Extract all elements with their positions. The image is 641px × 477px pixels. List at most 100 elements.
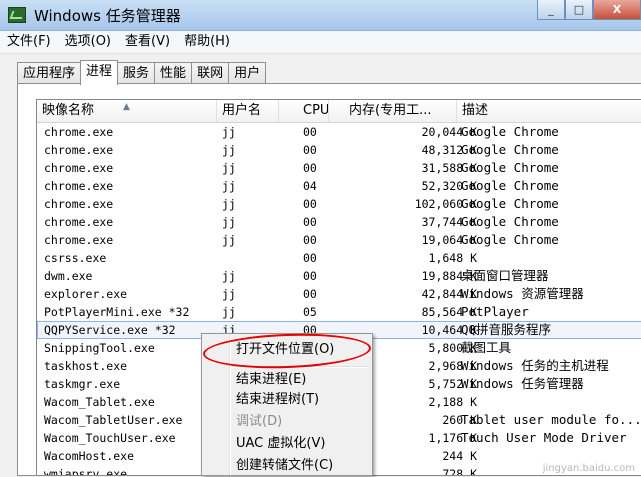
menu-open-file-location[interactable]: 打开文件位置(O) xyxy=(236,339,334,361)
table-row[interactable]: explorer.exe jj 00 42,844 K Windows 资源管理器 xyxy=(37,285,641,303)
table-row[interactable]: chrome.exe jj 00 37,744 K Google Chrome xyxy=(37,213,641,231)
process-name: Wacom_TabletUser.exe xyxy=(44,413,183,427)
process-memory: 1,648 K xyxy=(428,251,477,265)
process-cpu: 00 xyxy=(303,287,317,301)
process-user: jj xyxy=(222,197,236,211)
task-manager-icon xyxy=(8,7,26,23)
process-cpu: 00 xyxy=(303,125,317,139)
menu-debug: 调试(D) xyxy=(236,414,283,429)
process-description: PotPlayer xyxy=(461,304,529,319)
table-row[interactable]: chrome.exe jj 00 102,060 K Google Chrome xyxy=(37,195,641,213)
process-memory: 19,884 K xyxy=(421,269,477,283)
table-row[interactable]: chrome.exe jj 00 31,588 K Google Chrome xyxy=(37,159,641,177)
process-memory: 31,588 K xyxy=(421,161,477,175)
menu-uac-virtualization[interactable]: UAC 虚拟化(V) xyxy=(236,433,325,455)
process-memory: 20,044 K xyxy=(421,125,477,139)
process-cpu: 00 xyxy=(303,143,317,157)
process-description: Windows 任务的主机进程 xyxy=(461,358,609,373)
process-user: jj xyxy=(222,233,236,247)
table-row[interactable]: dwm.exe jj 00 19,884 K 桌面窗口管理器 xyxy=(37,267,641,285)
table-row[interactable]: csrss.exe 00 1,648 K xyxy=(37,249,641,267)
column-image-name-label: 映像名称 xyxy=(42,103,95,118)
tab-applications[interactable]: 应用程序 xyxy=(17,62,82,85)
close-button[interactable]: X xyxy=(593,0,641,20)
process-name: PotPlayerMini.exe *32 xyxy=(44,305,190,319)
process-name: Wacom_Tablet.exe xyxy=(44,395,155,409)
process-name: csrss.exe xyxy=(44,251,107,265)
menu-end-process[interactable]: 结束进程(E) xyxy=(236,369,306,391)
process-description: Google Chrome xyxy=(461,124,559,139)
process-description: Google Chrome xyxy=(461,160,559,175)
process-memory: 37,744 K xyxy=(421,215,477,229)
process-user: jj xyxy=(222,305,236,319)
list-header: 映像名称 ▲ 用户名 CPU 内存(专用工... 描述 xyxy=(37,100,641,123)
menu-view[interactable]: 查看(V) xyxy=(118,31,177,53)
context-menu: 打开文件位置(O) 结束进程(E) 结束进程树(T) 调试(D) UAC 虚拟化… xyxy=(201,333,373,476)
process-description: Google Chrome xyxy=(461,214,559,229)
window-controls: _ □ X xyxy=(537,0,641,20)
process-memory: 19,064 K xyxy=(421,233,477,247)
process-name: chrome.exe xyxy=(44,233,114,247)
process-description: Google Chrome xyxy=(461,196,559,211)
column-user-name[interactable]: 用户名 xyxy=(217,100,279,122)
process-memory: 85,564 K xyxy=(421,305,477,319)
process-cpu: 05 xyxy=(303,305,317,319)
process-description: Google Chrome xyxy=(461,178,559,193)
menu-separator xyxy=(232,366,370,368)
menu-create-dump-file[interactable]: 创建转储文件(C) xyxy=(236,455,333,477)
process-name: taskmgr.exe xyxy=(44,377,121,391)
process-name: WacomHost.exe xyxy=(44,449,135,463)
process-memory: 42,844 K xyxy=(421,287,477,301)
menu-options[interactable]: 选项(O) xyxy=(58,31,118,53)
process-name: explorer.exe xyxy=(44,287,128,301)
table-row[interactable]: chrome.exe jj 00 19,064 K Google Chrome xyxy=(37,231,641,249)
watermark: jingyan.baidu.com xyxy=(542,463,635,474)
tab-processes[interactable]: 进程 xyxy=(80,60,119,85)
process-cpu: 00 xyxy=(303,197,317,211)
title-bar: Windows 任务管理器 _ □ X xyxy=(0,0,641,31)
table-row[interactable]: chrome.exe jj 00 48,312 K Google Chrome xyxy=(37,141,641,159)
process-description: QQ拼音服务程序 xyxy=(461,322,552,337)
tab-performance[interactable]: 性能 xyxy=(154,62,193,85)
tab-services[interactable]: 服务 xyxy=(117,62,156,85)
process-name: QQPYService.exe *32 xyxy=(44,323,176,337)
process-description: 截图工具 xyxy=(461,340,512,355)
tab-users[interactable]: 用户 xyxy=(228,62,267,85)
column-memory[interactable]: 内存(专用工... xyxy=(329,100,457,122)
process-description: Windows 资源管理器 xyxy=(461,286,584,301)
process-memory: 48,312 K xyxy=(421,143,477,157)
process-name: chrome.exe xyxy=(44,143,114,157)
process-cpu: 00 xyxy=(303,215,317,229)
column-image-name[interactable]: 映像名称 ▲ xyxy=(37,100,217,122)
process-cpu: 04 xyxy=(303,179,317,193)
menu-end-process-tree[interactable]: 结束进程树(T) xyxy=(236,389,319,411)
process-cpu: 00 xyxy=(303,269,317,283)
menu-file[interactable]: 文件(F) xyxy=(0,31,58,53)
table-row[interactable]: chrome.exe jj 04 52,320 K Google Chrome xyxy=(37,177,641,195)
process-user: jj xyxy=(222,215,236,229)
process-description: Touch User Mode Driver xyxy=(461,430,627,445)
menu-help[interactable]: 帮助(H) xyxy=(177,31,237,53)
process-name: Wacom_TouchUser.exe xyxy=(44,431,176,445)
process-cpu: 00 xyxy=(303,161,317,175)
maximize-button[interactable]: □ xyxy=(565,0,593,20)
column-cpu[interactable]: CPU xyxy=(279,100,329,122)
table-row[interactable]: PotPlayerMini.exe *32 jj 05 85,564 K PotPlay… xyxy=(37,303,641,321)
process-description: 桌面窗口管理器 xyxy=(461,268,549,283)
minimize-button[interactable]: _ xyxy=(537,0,565,20)
process-user: jj xyxy=(222,179,236,193)
table-row[interactable]: chrome.exe jj 00 20,044 K Google Chrome xyxy=(37,123,641,141)
column-description[interactable]: 描述 xyxy=(457,100,641,122)
process-memory: 52,320 K xyxy=(421,179,477,193)
process-user: jj xyxy=(222,287,236,301)
process-name: SnippingTool.exe xyxy=(44,341,155,355)
process-user: jj xyxy=(222,161,236,175)
process-name: taskhost.exe xyxy=(44,359,128,373)
process-cpu: 00 xyxy=(303,251,317,265)
menu-bar: 文件(F) 选项(O) 查看(V) 帮助(H) xyxy=(0,31,641,54)
process-description: Google Chrome xyxy=(461,142,559,157)
process-user: jj xyxy=(222,269,236,283)
process-cpu: 00 xyxy=(303,233,317,247)
tab-networking[interactable]: 联网 xyxy=(191,62,230,85)
process-name: dwm.exe xyxy=(44,269,93,283)
